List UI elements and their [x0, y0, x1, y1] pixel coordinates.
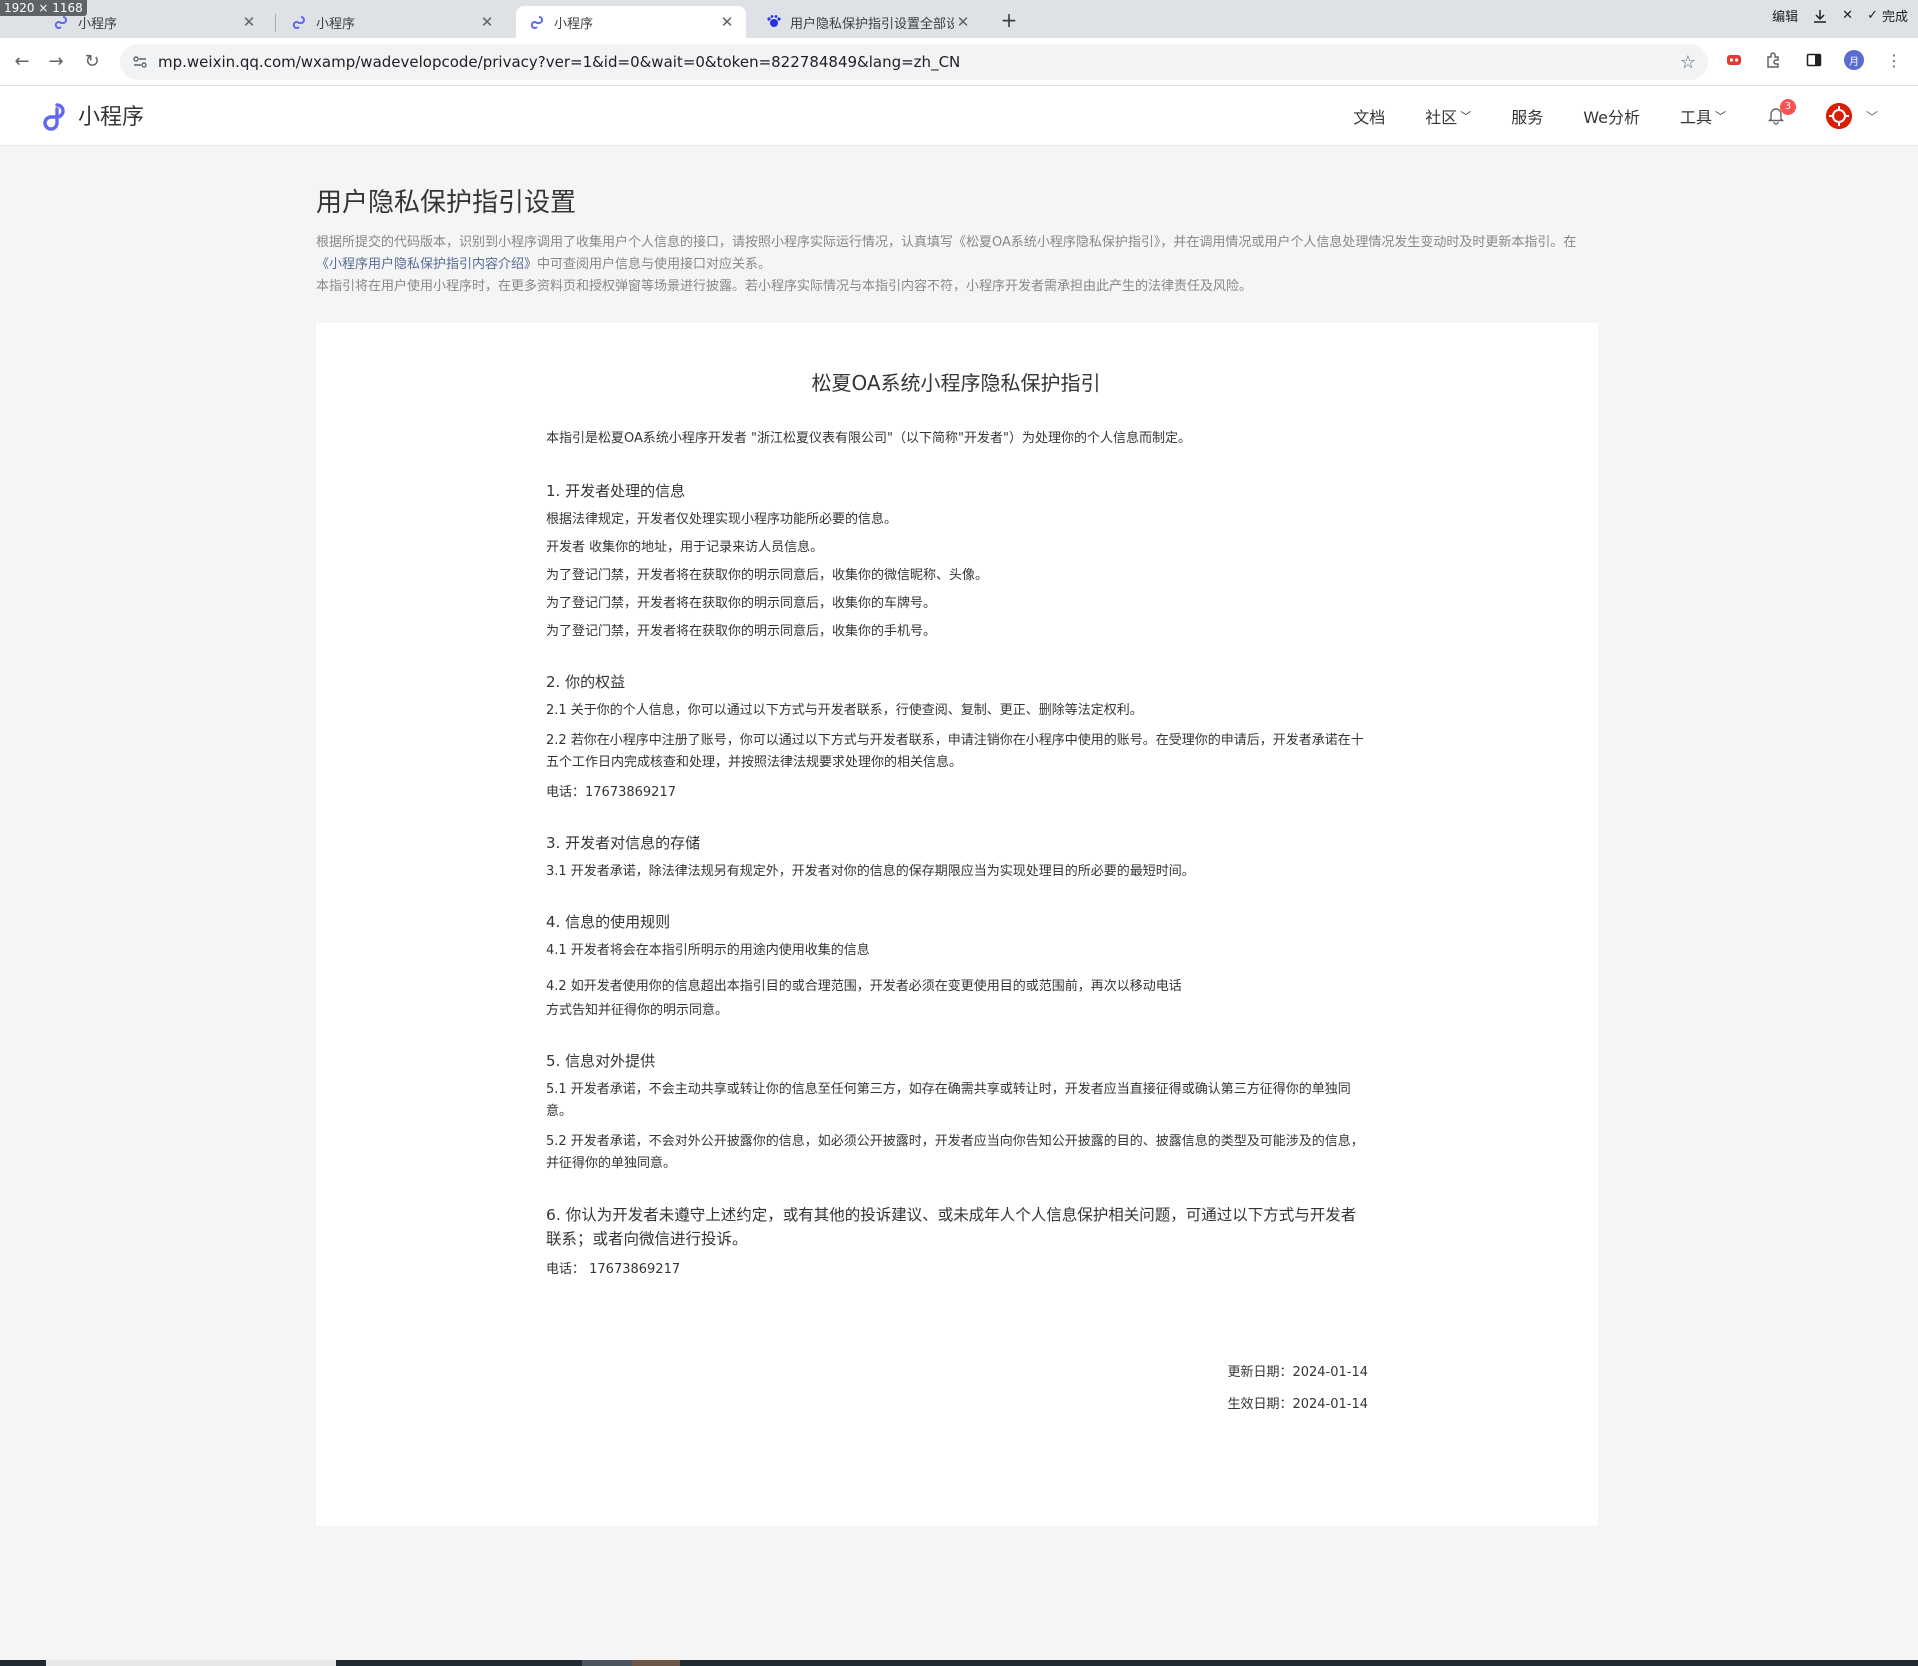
browser-toolbar: ← → ↻ ☆ 月 ⋮ [0, 38, 1918, 86]
done-control[interactable]: ✓ 完成 [1867, 6, 1908, 25]
browser-tab-strip: 1920 × 1168 小程序 ✕ 小程序 ✕ 小程序 ✕ 用户隐私保护指引设置… [0, 0, 1918, 38]
brand-name: 小程序 [78, 105, 145, 130]
paw-favicon-icon [767, 15, 781, 27]
os-taskbar [0, 1660, 1918, 1666]
section-3-1: 3.1 开发者承诺，除法律法规另有规定外，开发者对你的信息的保存期限应当为实现处… [546, 864, 1195, 879]
chevron-down-icon: ﹀ [1865, 109, 1878, 124]
download-icon[interactable] [1812, 8, 1828, 24]
doc-dates: 更新日期：2024-01-14 生效日期：2024-01-14 [1227, 1362, 1368, 1426]
tab-close-icon[interactable]: ✕ [718, 13, 736, 31]
notification-bell-icon[interactable]: 3 [1766, 99, 1796, 127]
reload-icon[interactable]: ↻ [80, 50, 104, 74]
new-tab-button[interactable]: + [995, 6, 1023, 34]
miniprogram-favicon-icon [54, 16, 67, 29]
intro-paragraph-2: 本指引将在用户使用小程序时，在更多资料页和授权弹窗等场景进行披露。若小程序实际情… [316, 279, 1253, 294]
section-3-heading: 3. 开发者对信息的存储 [546, 834, 701, 852]
nav-services[interactable]: 服务 [1511, 104, 1543, 128]
doc-preface: 本指引是松夏OA系统小程序开发者 "浙江松夏仪表有限公司"（以下简称"开发者"）… [546, 431, 1191, 446]
browser-tab-3-active[interactable]: 小程序 ✕ [516, 6, 746, 38]
effective-date: 生效日期：2024-01-14 [1227, 1397, 1368, 1412]
tab-close-icon[interactable]: ✕ [954, 13, 972, 31]
notification-badge: 3 [1779, 99, 1796, 115]
miniprogram-favicon-icon [292, 16, 305, 29]
page-intro: 根据所提交的代码版本，识别到小程序调用了收集用户个人信息的接口，请按照小程序实际… [316, 232, 1588, 298]
account-menu[interactable]: ﹀ [1825, 103, 1878, 129]
section-1-heading: 1. 开发者处理的信息 [546, 482, 686, 500]
privacy-guide-card: 松夏OA系统小程序隐私保护指引 本指引是松夏OA系统小程序开发者 "浙江松夏仪表… [316, 323, 1598, 1526]
section-2-2: 2.2 若你在小程序中注册了账号，你可以通过以下方式与开发者联系，申请注销你在小… [546, 733, 1364, 770]
page-title: 用户隐私保护指引设置 [316, 188, 577, 218]
nav-docs[interactable]: 文档 [1353, 104, 1385, 128]
tab-title: 小程序 [554, 16, 594, 32]
back-arrow-icon[interactable]: ← [10, 50, 34, 74]
nav-community[interactable]: 社区 ﹀ [1425, 104, 1471, 128]
section-6-heading: 6. 你认为开发者未遵守上述约定，或有其他的投诉建议、或未成年人个人信息保护相关… [546, 1206, 1357, 1248]
site-settings-icon[interactable] [132, 54, 148, 70]
chevron-down-icon: ﹀ [1460, 110, 1472, 123]
window-controls: 编辑 ✕ ✓ 完成 [1772, 6, 1908, 25]
browser-tab-4[interactable]: 用户隐私保护指引设置全部设置 ✕ [752, 6, 982, 38]
dimension-badge: 1920 × 1168 [0, 0, 87, 16]
section-4-heading: 4. 信息的使用规则 [546, 913, 671, 931]
bookmark-star-icon[interactable]: ☆ [1680, 52, 1696, 73]
section-1-line: 根据法律规定，开发者仅处理实现小程序功能所必要的信息。 [546, 512, 898, 527]
tab-title: 小程序 [316, 16, 356, 32]
close-icon[interactable]: ✕ [1842, 8, 1853, 23]
miniprogram-logo-icon [43, 103, 65, 131]
extension-red-icon[interactable] [1724, 50, 1744, 70]
url-input[interactable] [158, 53, 1680, 71]
tab-close-icon[interactable]: ✕ [240, 13, 258, 31]
section-6-phone: 电话： 17673869217 [546, 1262, 681, 1277]
tab-title: 用户隐私保护指引设置全部设置 [790, 16, 954, 32]
forward-arrow-icon[interactable]: → [44, 50, 68, 74]
section-1-line: 为了登记门禁，开发者将在获取你的明示同意后，收集你的微信昵称、头像。 [546, 568, 989, 583]
section-5-heading: 5. 信息对外提供 [546, 1052, 656, 1070]
page-scrollbar[interactable] [1908, 146, 1918, 1662]
privacy-guide-document: 松夏OA系统小程序隐私保护指引 本指引是松夏OA系统小程序开发者 "浙江松夏仪表… [546, 323, 1366, 1289]
more-menu-icon[interactable]: ⋮ [1884, 50, 1904, 70]
section-1-line: 为了登记门禁，开发者将在获取你的明示同意后，收集你的手机号。 [546, 624, 937, 639]
address-bar[interactable]: ☆ [120, 44, 1708, 80]
toolbar-actions: 月 ⋮ [1724, 50, 1904, 70]
section-1-line: 开发者 收集你的地址，用于记录来访人员信息。 [546, 540, 824, 555]
miniprogram-favicon-icon [530, 16, 543, 29]
privacy-guide-intro-link[interactable]: 《小程序用户隐私保护指引内容介绍》 [316, 257, 537, 272]
section-4-1: 4.1 开发者将会在本指引所明示的用途内使用收集的信息 [546, 943, 870, 958]
brand-logo[interactable]: 小程序 [38, 99, 144, 131]
side-panel-icon[interactable] [1804, 50, 1824, 70]
account-avatar [1825, 103, 1852, 129]
tab-close-icon[interactable]: ✕ [478, 13, 496, 31]
doc-title: 松夏OA系统小程序隐私保护指引 [811, 371, 1101, 395]
tab-title: 小程序 [78, 16, 118, 32]
edit-control[interactable]: 编辑 [1772, 6, 1798, 25]
site-header: 小程序 文档 社区 ﹀ 服务 We分析 工具 ﹀ 3 ﹀ [0, 86, 1918, 146]
section-4-2b: 方式告知并征得你的明示同意。 [546, 1003, 729, 1018]
chevron-down-icon: ﹀ [1714, 110, 1726, 123]
section-1-line: 为了登记门禁，开发者将在获取你的明示同意后，收集你的车牌号。 [546, 596, 937, 611]
nav-we-analytics[interactable]: We分析 [1583, 104, 1640, 128]
nav-tools[interactable]: 工具 ﹀ [1680, 104, 1726, 128]
section-2-1: 2.1 关于你的个人信息，你可以通过以下方式与开发者联系，行使查阅、复制、更正、… [546, 703, 1143, 718]
section-5-2: 5.2 开发者承诺，不会对外公开披露你的信息，如必须公开披露时，开发者应当向你告… [546, 1134, 1364, 1171]
profile-avatar[interactable]: 月 [1844, 50, 1864, 70]
extensions-puzzle-icon[interactable] [1764, 50, 1784, 70]
top-nav: 文档 社区 ﹀ 服务 We分析 工具 ﹀ 3 ﹀ [1313, 86, 1878, 146]
section-2-phone: 电话：17673869217 [546, 785, 676, 800]
updated-date: 更新日期：2024-01-14 [1227, 1365, 1368, 1380]
section-2-heading: 2. 你的权益 [546, 673, 626, 691]
intro-paragraph-1: 根据所提交的代码版本，识别到小程序调用了收集用户个人信息的接口，请按照小程序实际… [316, 235, 1577, 272]
check-icon: ✓ [1867, 8, 1878, 23]
section-4-2a: 4.2 如开发者使用你的信息超出本指引目的或合理范围，开发者必须在变更使用目的或… [546, 979, 1182, 994]
browser-tab-2[interactable]: 小程序 ✕ [278, 6, 506, 38]
section-5-1: 5.1 开发者承诺，不会主动共享或转让你的信息至任何第三方，如存在确需共享或转让… [546, 1082, 1351, 1119]
